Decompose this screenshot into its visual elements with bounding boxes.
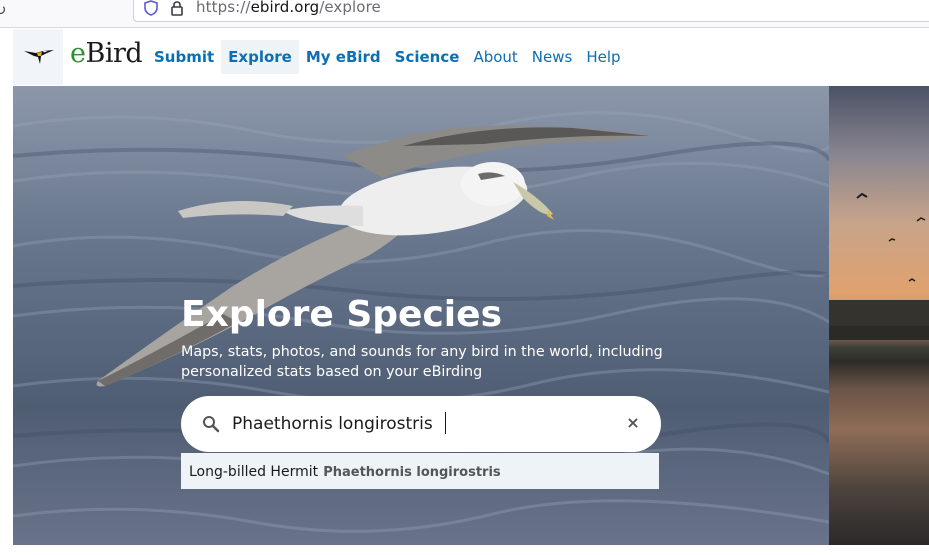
nav-news[interactable]: News — [525, 40, 580, 74]
url-scheme: https:// — [196, 0, 251, 16]
url-host: ebird.org — [250, 0, 320, 16]
species-search-input[interactable] — [232, 408, 612, 440]
nav-explore[interactable]: Explore — [221, 40, 299, 74]
species-search-box[interactable]: × — [181, 396, 661, 452]
logo-box[interactable] — [13, 29, 63, 85]
main-nav: Submit Explore My eBird Science About Ne… — [147, 40, 628, 74]
clear-icon[interactable]: × — [624, 414, 642, 432]
nav-science[interactable]: Science — [388, 40, 467, 74]
nav-my-ebird[interactable]: My eBird — [299, 40, 388, 74]
url-text[interactable]: https://ebird.org/explore — [196, 0, 381, 16]
secondary-hero-photo — [829, 86, 929, 545]
nav-help[interactable]: Help — [579, 40, 627, 74]
bird-logo-icon — [24, 50, 54, 64]
wordmark-e: e — [70, 38, 86, 69]
autocomplete-suggestion[interactable]: Long-billed Hermit Phaethornis longirost… — [181, 453, 659, 489]
nav-about[interactable]: About — [466, 40, 524, 74]
search-icon — [203, 416, 220, 433]
page-title: Explore Species — [181, 294, 502, 335]
reload-icon[interactable]: ↻ — [0, 1, 8, 19]
wordmark-bird: Bird — [85, 38, 143, 69]
site-header: eBird Submit Explore My eBird Science Ab… — [13, 29, 929, 85]
sunset-photo — [829, 192, 929, 340]
suggestion-common-name: Long-billed Hermit — [189, 464, 319, 480]
page-subtitle: Maps, stats, photos, and sounds for any … — [181, 344, 663, 380]
shield-icon[interactable] — [144, 0, 158, 16]
suggestion-scientific-name: Phaethornis longirostris — [323, 465, 501, 480]
url-path: /explore — [319, 0, 381, 16]
browser-toolbar: ↻ https://ebird.org/explore — [0, 0, 929, 28]
page: eBird Submit Explore My eBird Science Ab… — [13, 29, 929, 555]
ebird-wordmark[interactable]: eBird — [70, 38, 143, 69]
lock-icon[interactable] — [170, 0, 184, 16]
nav-submit[interactable]: Submit — [147, 40, 221, 74]
text-caret — [445, 412, 446, 434]
